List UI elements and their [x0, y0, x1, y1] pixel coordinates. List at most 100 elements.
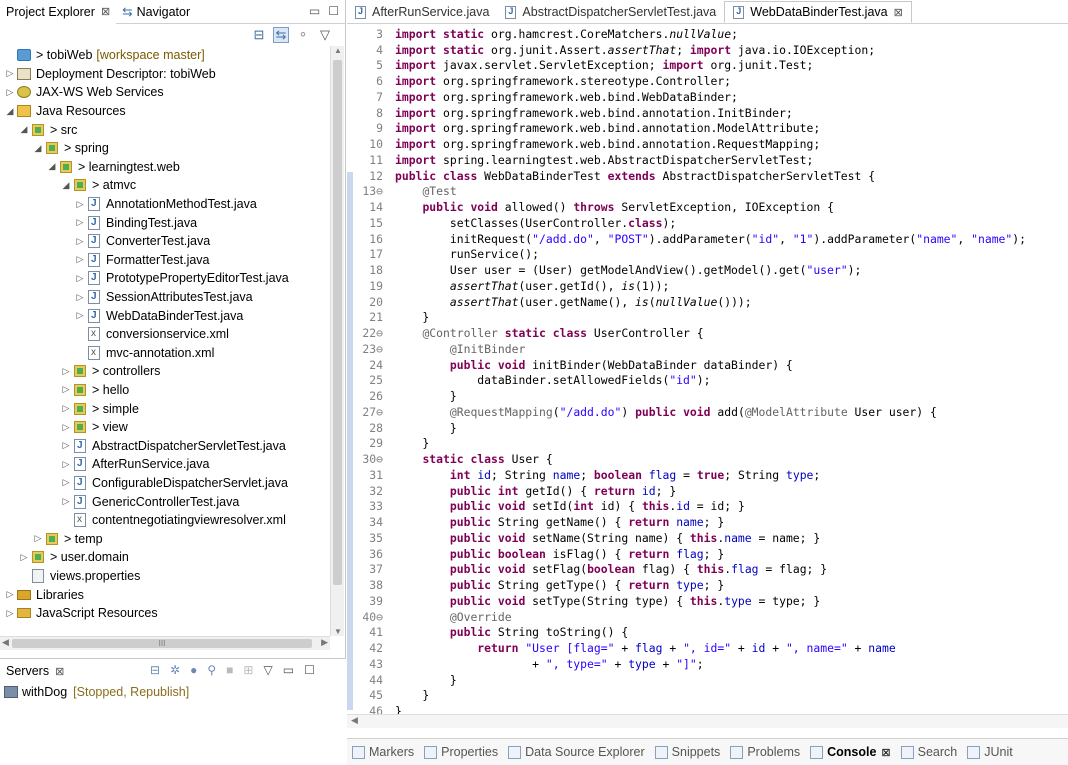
collapsed-twisty-icon[interactable]: ▷: [74, 199, 86, 210]
code-line[interactable]: 22⊖ @Controller static class UserControl…: [347, 325, 1068, 341]
tree-item[interactable]: ▷ GenericControllerTest.java: [0, 492, 330, 511]
code-line[interactable]: 21 }: [347, 310, 1068, 326]
scroll-down-icon[interactable]: ▼: [334, 627, 342, 636]
server-row[interactable]: withDog [Stopped, Republish]: [0, 683, 346, 701]
code-line[interactable]: 7 import org.springframework.web.bind.Web…: [347, 89, 1068, 105]
tree-horizontal-scrollbar[interactable]: ◀ III ▶: [0, 636, 330, 650]
tab-navigator[interactable]: ⇆ Navigator: [116, 0, 196, 24]
tab-data-source-explorer[interactable]: Data Source Explorer: [503, 745, 650, 759]
scroll-right-icon[interactable]: ▶: [321, 637, 328, 648]
editor-tab-webdatabindertest[interactable]: WebDataBinderTest.java ⊠: [724, 1, 912, 23]
code-line[interactable]: 30⊖ static class User {: [347, 451, 1068, 467]
tree-item[interactable]: ▷ AnnotationMethodTest.java: [0, 195, 330, 214]
tree-item[interactable]: ◢ > atmvc: [0, 176, 330, 195]
tab-problems[interactable]: Problems: [725, 745, 805, 759]
tab-servers[interactable]: Servers ⊠ ⊟ ✲ ● ⚲ ■ ⊞ ▽ ▭ ☐: [0, 659, 346, 683]
collapsed-twisty-icon[interactable]: ▷: [60, 422, 72, 433]
minimize-icon[interactable]: ▭: [309, 4, 320, 18]
code-line[interactable]: 15 setClasses(UserController.class);: [347, 215, 1068, 231]
editor-tab-afterrunservice[interactable]: AfterRunService.java: [347, 1, 497, 23]
tree-item[interactable]: ▷ WebDataBinderTest.java: [0, 306, 330, 325]
collapsed-twisty-icon[interactable]: ▷: [74, 273, 86, 284]
code-line[interactable]: 11 import spring.learningtest.web.Abstrac…: [347, 152, 1068, 168]
collapse-icon[interactable]: ⊟: [150, 663, 160, 677]
tree-item[interactable]: > tobiWeb [workspace master]: [0, 46, 330, 65]
code-line[interactable]: 28 }: [347, 420, 1068, 436]
code-line[interactable]: 44 }: [347, 672, 1068, 688]
tab-markers[interactable]: Markers: [347, 745, 419, 759]
tab-properties[interactable]: Properties: [419, 745, 503, 759]
code-line[interactable]: 37 public void setFlag(boolean flag) { t…: [347, 562, 1068, 578]
code-line[interactable]: 43 + ", type=" + type + "]";: [347, 656, 1068, 672]
tree-item[interactable]: ▷ ConverterTest.java: [0, 232, 330, 251]
collapsed-twisty-icon[interactable]: ▷: [4, 589, 16, 600]
tree-item[interactable]: ▷ JAX-WS Web Services: [0, 83, 330, 102]
tab-search[interactable]: Search: [896, 745, 963, 759]
code-line[interactable]: 46}: [347, 703, 1068, 714]
scroll-left-icon[interactable]: ◀: [2, 637, 9, 648]
scroll-up-icon[interactable]: ▲: [334, 46, 342, 55]
code-line[interactable]: 23⊖ @InitBinder: [347, 341, 1068, 357]
stop-server-icon[interactable]: ■: [226, 663, 233, 677]
code-line[interactable]: 33 public void setId(int id) { this.id =…: [347, 499, 1068, 515]
code-line[interactable]: 18 User user = (User) getModelAndView().…: [347, 262, 1068, 278]
tree-item[interactable]: mvc-annotation.xml: [0, 344, 330, 363]
tree-item[interactable]: ▷ ConfigurableDispatcherServlet.java: [0, 474, 330, 493]
code-line[interactable]: 13⊖ @Test: [347, 184, 1068, 200]
collapsed-twisty-icon[interactable]: ▷: [18, 552, 30, 563]
code-line[interactable]: 14 public void allowed() throws ServletE…: [347, 199, 1068, 215]
tree-item[interactable]: ▷ > simple: [0, 399, 330, 418]
collapsed-twisty-icon[interactable]: ▷: [4, 68, 16, 79]
tree-item[interactable]: views.properties: [0, 567, 330, 586]
tree-item[interactable]: ◢ > learningtest.web: [0, 158, 330, 177]
maximize-icon[interactable]: ☐: [328, 4, 339, 18]
code-line[interactable]: 19 assertThat(user.getId(), is(1));: [347, 278, 1068, 294]
collapsed-twisty-icon[interactable]: ▷: [4, 608, 16, 619]
debug-icon[interactable]: ✲: [170, 663, 180, 677]
tree-item[interactable]: ▷ Deployment Descriptor: tobiWeb: [0, 65, 330, 84]
tab-snippets[interactable]: Snippets: [650, 745, 726, 759]
scroll-left-icon[interactable]: ◀: [351, 715, 358, 726]
tree-item[interactable]: ◢ Java Resources: [0, 102, 330, 121]
close-icon[interactable]: ⊠: [881, 746, 890, 759]
collapsed-twisty-icon[interactable]: ▷: [74, 292, 86, 303]
code-line[interactable]: 26 }: [347, 388, 1068, 404]
code-line[interactable]: 5 import javax.servlet.ServletException; …: [347, 58, 1068, 74]
code-line[interactable]: 29 }: [347, 436, 1068, 452]
collapsed-twisty-icon[interactable]: ▷: [74, 310, 86, 321]
collapsed-twisty-icon[interactable]: ▷: [32, 533, 44, 544]
code-line[interactable]: 39 public void setType(String type) { th…: [347, 593, 1068, 609]
code-line[interactable]: 20 assertThat(user.getName(), is(nullVal…: [347, 294, 1068, 310]
tab-project-explorer[interactable]: Project Explorer ⊠: [0, 0, 117, 24]
code-line[interactable]: 10 import org.springframework.web.bind.an…: [347, 136, 1068, 152]
collapsed-twisty-icon[interactable]: ▷: [60, 459, 72, 470]
tree-item[interactable]: ▷ > hello: [0, 381, 330, 400]
minimize-icon[interactable]: ▭: [283, 663, 294, 677]
publish-icon[interactable]: ⊞: [243, 663, 253, 677]
code-line[interactable]: 31 int id; String name; boolean flag = t…: [347, 467, 1068, 483]
code-line[interactable]: 24 public void initBinder(WebDataBinder …: [347, 357, 1068, 373]
expanded-twisty-icon[interactable]: ◢: [18, 124, 30, 135]
code-line[interactable]: 6 import org.springframework.stereotype.C…: [347, 73, 1068, 89]
code-line[interactable]: 32 public int getId() { return id; }: [347, 483, 1068, 499]
close-icon[interactable]: ⊠: [101, 5, 110, 18]
collapsed-twisty-icon[interactable]: ▷: [74, 254, 86, 265]
code-line[interactable]: 34 public String getName() { return name…: [347, 514, 1068, 530]
code-line[interactable]: 25 dataBinder.setAllowedFields("id");: [347, 373, 1068, 389]
code-line[interactable]: 42 return "User [flag=" + flag + ", id="…: [347, 640, 1068, 656]
tree-item[interactable]: ▷ JavaScript Resources: [0, 604, 330, 623]
close-icon[interactable]: ⊠: [894, 6, 903, 19]
start-server-icon[interactable]: ●: [190, 663, 197, 677]
code-line[interactable]: 45 }: [347, 688, 1068, 704]
code-editor[interactable]: 3 import static org.hamcrest.CoreMatchers…: [347, 26, 1068, 714]
collapsed-twisty-icon[interactable]: ▷: [60, 366, 72, 377]
editor-tab-abstractdispatcherservlettest[interactable]: AbstractDispatcherServletTest.java: [497, 1, 724, 23]
collapsed-twisty-icon[interactable]: ▷: [4, 87, 16, 98]
code-line[interactable]: 41 public String toString() {: [347, 625, 1068, 641]
code-line[interactable]: 9 import org.springframework.web.bind.ann…: [347, 121, 1068, 137]
collapsed-twisty-icon[interactable]: ▷: [60, 384, 72, 395]
tab-junit[interactable]: JUnit: [962, 745, 1017, 759]
code-line[interactable]: 38 public String getType() { return type…: [347, 577, 1068, 593]
tree-item[interactable]: ◢ > spring: [0, 139, 330, 158]
profile-icon[interactable]: ⚲: [207, 663, 216, 677]
